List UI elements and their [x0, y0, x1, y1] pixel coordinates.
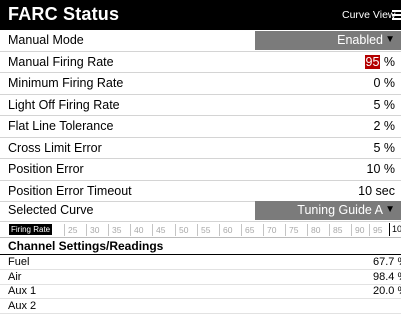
setting-value[interactable]: 2 % [373, 119, 395, 133]
scale-tick: 75 [285, 224, 298, 236]
scale-tick: 35 [108, 224, 121, 236]
setting-value[interactable]: 10 % [367, 162, 396, 176]
firing-rate-label: Firing Rate [9, 224, 53, 235]
scale-tick: 80 [307, 224, 320, 236]
dropdown-value: Tuning Guide A [297, 203, 383, 217]
scale-tick: 85 [329, 224, 342, 236]
setting-label: Light Off Firing Rate [8, 97, 120, 112]
unit-label: % [380, 54, 395, 69]
manual-mode-dropdown[interactable]: Enabled ▼ [255, 31, 401, 50]
setting-row-selected-curve: Selected Curve Tuning Guide A ▼ [0, 200, 401, 222]
scale-tick: 55 [197, 224, 210, 236]
setting-label: Flat Line Tolerance [8, 119, 114, 133]
channel-label: Aux 1 [8, 285, 37, 297]
selected-curve-dropdown[interactable]: Tuning Guide A ▼ [255, 201, 401, 220]
scale-tick: 30 [86, 224, 99, 236]
setting-label: Minimum Firing Rate [8, 76, 124, 90]
channel-settings-heading: Channel Settings/Readings [8, 239, 164, 253]
firing-rate-scale[interactable]: Firing Rate 25 30 35 40 45 50 55 60 65 7… [0, 222, 401, 238]
setting-label: Position Error Timeout [8, 183, 132, 198]
channel-row-aux-1[interactable]: Aux 1 20.0 % [0, 284, 401, 299]
hamburger-menu-icon[interactable] [392, 10, 401, 20]
setting-label: Position Error [8, 162, 84, 176]
scale-tick: 65 [241, 224, 254, 236]
scale-tick: 45 [152, 224, 165, 236]
setting-value[interactable]: 10 sec [358, 184, 395, 198]
manual-firing-rate-value[interactable]: 95 [364, 54, 381, 69]
setting-label: Selected Curve [8, 203, 94, 217]
title-bar: FARC Status Curve View [0, 0, 401, 30]
setting-row-cross-limit-error[interactable]: Cross Limit Error 5 % [0, 138, 401, 159]
setting-row-position-error[interactable]: Position Error 10 % [0, 159, 401, 181]
dropdown-arrow-icon: ▼ [385, 34, 395, 45]
scale-tick: 25 [64, 224, 77, 236]
firing-rate-marker[interactable]: 100 [389, 223, 401, 236]
scale-tick: 70 [263, 224, 276, 236]
channel-value: 98.4 % [373, 270, 401, 283]
setting-row-flat-line-tolerance[interactable]: Flat Line Tolerance 2 % [0, 116, 401, 138]
setting-value[interactable]: 0 % [373, 76, 395, 90]
channel-value: 67.7 % [373, 256, 401, 268]
channel-row-fuel[interactable]: Fuel 67.7 % [0, 255, 401, 270]
channel-row-air[interactable]: Air 98.4 % [0, 270, 401, 285]
dropdown-arrow-icon: ▼ [385, 204, 395, 215]
setting-row-light-off-firing-rate[interactable]: Light Off Firing Rate 5 % [0, 95, 401, 116]
scale-tick: 90 [351, 224, 364, 236]
setting-row-manual-firing-rate[interactable]: Manual Firing Rate 95 % [0, 52, 401, 73]
channel-value: 20.0 % [373, 285, 401, 297]
setting-label: Cross Limit Error [8, 140, 102, 155]
channel-label: Aux 2 [8, 299, 37, 312]
scale-tick: 95 [369, 224, 382, 236]
scale-tick: 40 [130, 224, 143, 236]
curve-view-button[interactable]: Curve View [342, 9, 396, 21]
setting-label: Manual Mode [8, 33, 84, 47]
setting-value[interactable]: 95 % [364, 54, 395, 69]
scale-tick: 50 [175, 224, 188, 236]
setting-label: Manual Firing Rate [8, 54, 114, 69]
scale-tick: 60 [219, 224, 232, 236]
page-title: FARC Status [8, 4, 120, 24]
setting-row-manual-mode: Manual Mode Enabled ▼ [0, 30, 401, 52]
channel-row-aux-2[interactable]: Aux 2 [0, 299, 401, 314]
dropdown-value: Enabled [337, 33, 383, 47]
channel-label: Air [8, 270, 22, 283]
setting-row-position-error-timeout[interactable]: Position Error Timeout 10 sec [0, 181, 401, 202]
setting-value[interactable]: 5 % [373, 141, 395, 155]
channel-label: Fuel [8, 256, 30, 268]
setting-row-minimum-firing-rate[interactable]: Minimum Firing Rate 0 % [0, 73, 401, 95]
setting-value[interactable]: 5 % [373, 98, 395, 112]
